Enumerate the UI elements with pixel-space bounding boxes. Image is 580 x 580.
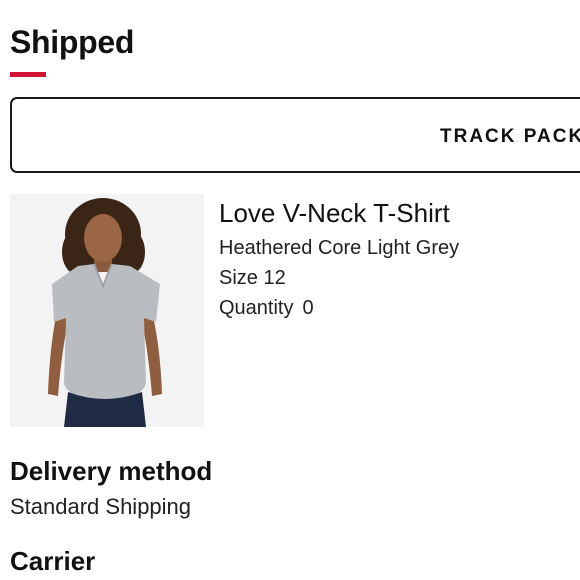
carrier-heading: Carrier (10, 546, 96, 576)
delivery-method-heading: Delivery method (10, 456, 213, 486)
track-package-button[interactable]: TRACK PACK (10, 97, 580, 173)
product-color: Heathered Core Light Grey (219, 237, 460, 259)
delivery-method-value: Standard Shipping (10, 494, 192, 519)
status-underline-accent (10, 72, 46, 77)
quantity-label: Quantity (219, 297, 294, 319)
product-name[interactable]: Love V-Neck T-Shirt (219, 197, 450, 229)
product-image[interactable] (10, 194, 204, 427)
quantity-value: 0 (302, 297, 314, 319)
product-size: Size 12 (219, 267, 286, 289)
order-status-page: Shipped TRACK PACK Love V-Neck T-Shirt H… (0, 0, 580, 580)
track-package-button-label: TRACK PACK (440, 126, 580, 147)
product-quantity: Quantity 0 (219, 295, 314, 321)
product-photo-icon (10, 194, 204, 427)
status-title: Shipped (10, 24, 135, 60)
